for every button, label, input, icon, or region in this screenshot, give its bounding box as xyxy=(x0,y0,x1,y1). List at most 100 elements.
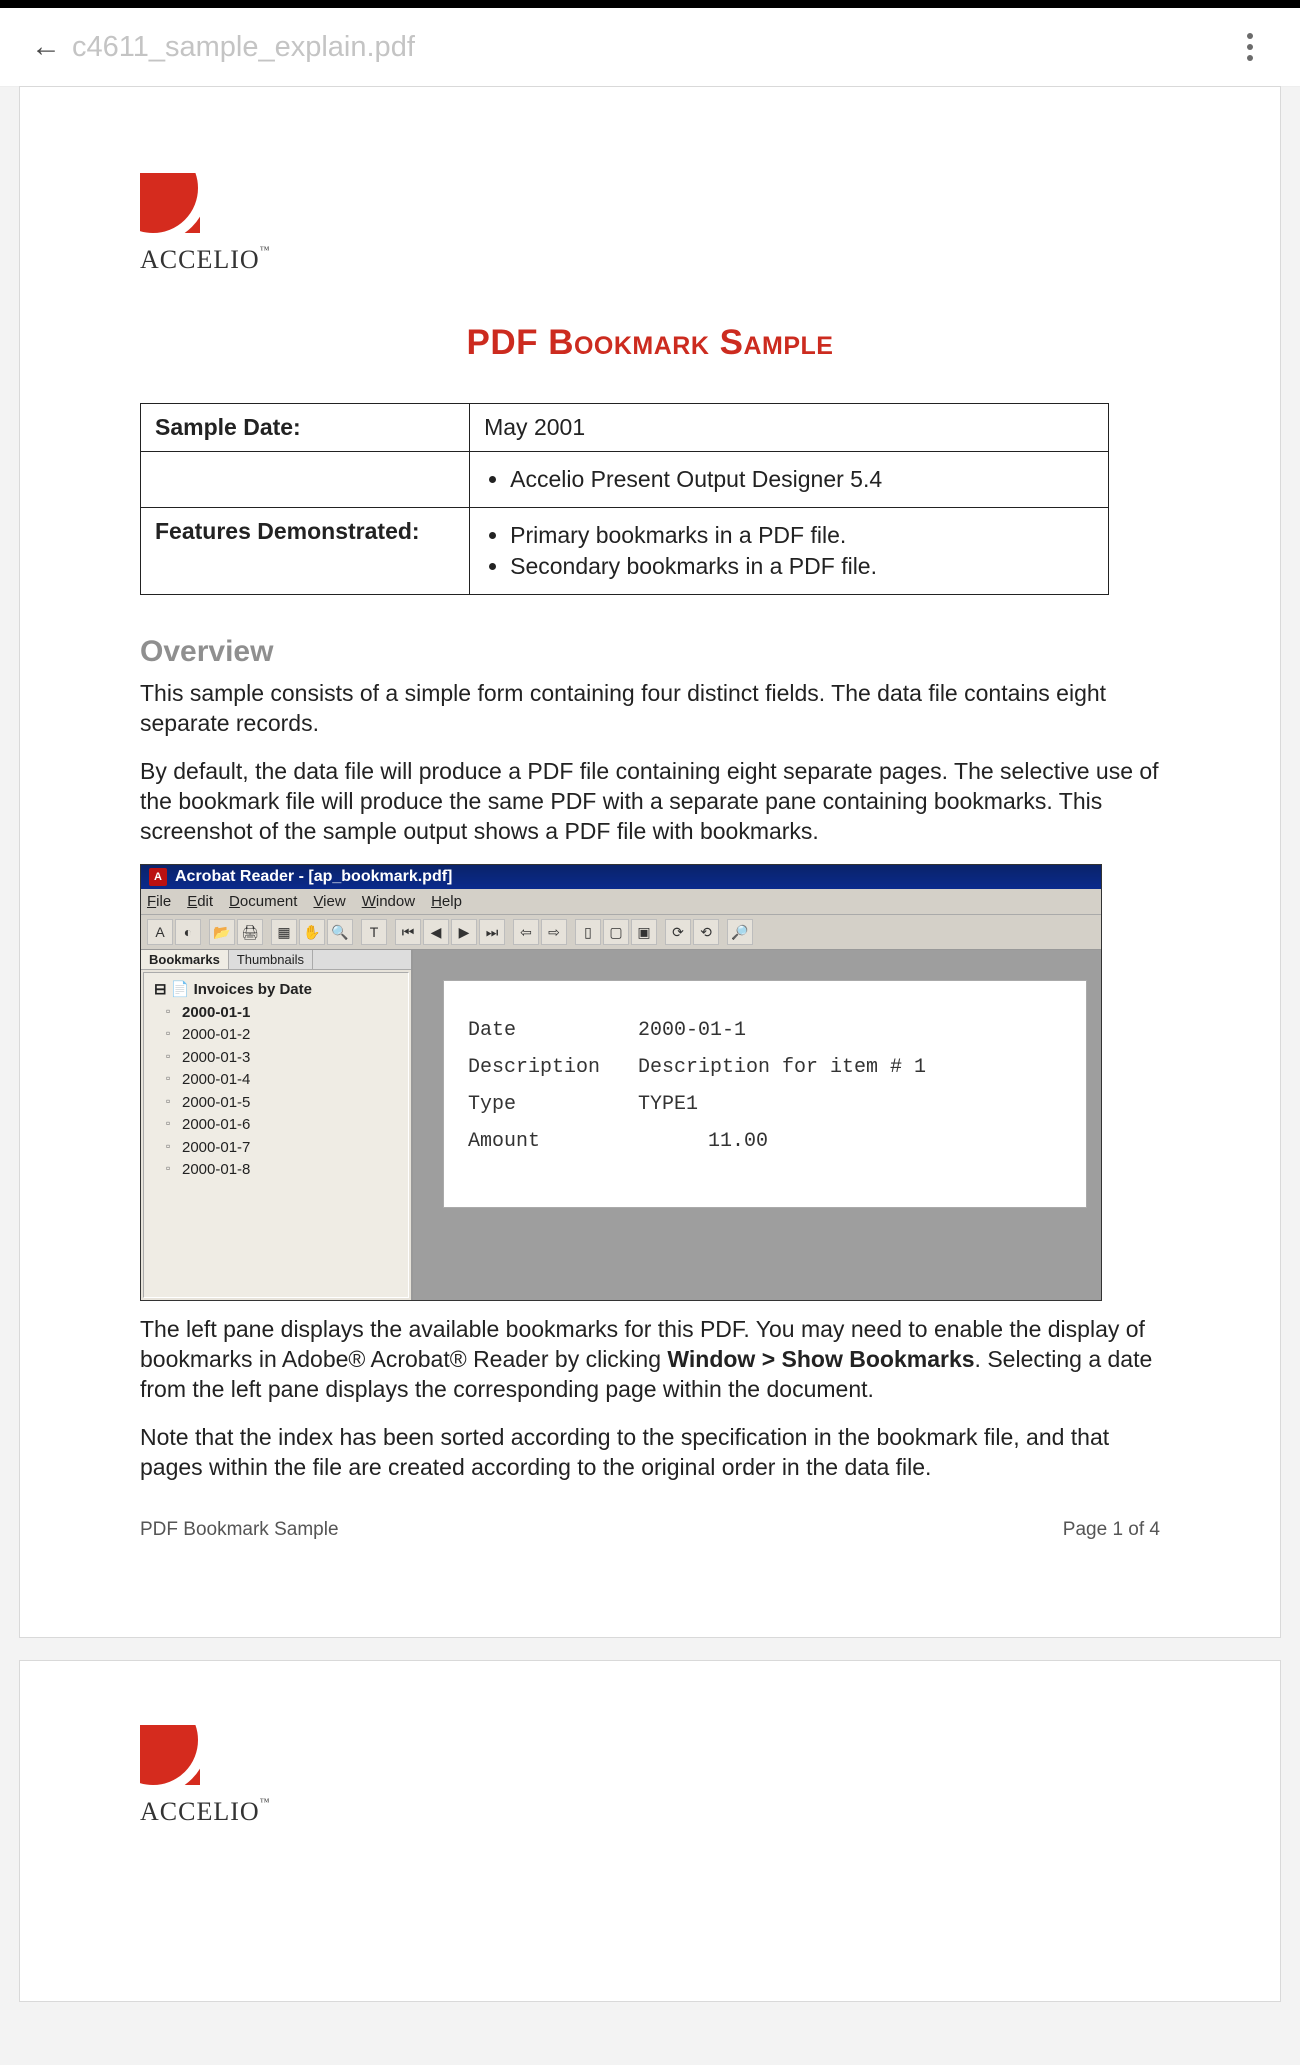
acrobat-titlebar: A Acrobat Reader - [ap_bookmark.pdf] xyxy=(141,865,1101,889)
arrow-left-icon: ← xyxy=(31,32,61,62)
bookmark-tree: ⊟ 📄 Invoices by Date 2000-01-1 2000-01-2… xyxy=(143,972,409,1298)
last-page-icon: ⏭ xyxy=(479,919,505,945)
page-footer: PDF Bookmark Sample Page 1 of 4 xyxy=(140,1519,1160,1541)
bookmarks-pane: Bookmarks Thumbnails ⊟ 📄 Invoices by Dat… xyxy=(141,950,413,1300)
menu-item: Help xyxy=(431,893,462,910)
bookmark-item: 2000-01-6 xyxy=(154,1114,404,1137)
rotate-icon: ⟳ xyxy=(665,919,691,945)
table-row: Sample Date: May 2001 xyxy=(141,404,1109,452)
post-embed-para-1: The left pane displays the available boo… xyxy=(140,1315,1160,1405)
pdf-page-1: ACCELIO™ PDF Bookmark Sample Sample Date… xyxy=(20,87,1280,1637)
bookmark-root: ⊟ 📄 Invoices by Date xyxy=(154,979,404,1002)
features-value-cell: Primary bookmarks in a PDF file. Seconda… xyxy=(470,508,1109,595)
hand-tool-icon: ✋ xyxy=(299,919,325,945)
back-button[interactable]: ← xyxy=(26,27,66,67)
bookmark-root-label: Invoices by Date xyxy=(194,981,312,998)
brand-name-text: ACCELIO xyxy=(140,1797,260,1826)
brand-block: ACCELIO™ xyxy=(140,1725,1160,1827)
menu-item: View xyxy=(313,893,345,910)
sample-date-value: May 2001 xyxy=(470,404,1109,452)
brand-name: ACCELIO™ xyxy=(140,1797,270,1827)
tool-icon: ▦ xyxy=(271,919,297,945)
feature-item: Primary bookmarks in a PDF file. xyxy=(510,522,1094,549)
app-header: ← c4611_sample_explain.pdf xyxy=(0,8,1300,87)
fit-page-icon: ▯ xyxy=(575,919,601,945)
table-row: Features Demonstrated: Primary bookmarks… xyxy=(141,508,1109,595)
menu-item: Window xyxy=(362,893,415,910)
more-options-button[interactable] xyxy=(1230,27,1270,67)
overview-heading: Overview xyxy=(140,635,1160,669)
table-row: Accelio Present Output Designer 5.4 xyxy=(141,452,1109,508)
accelio-logo-icon xyxy=(140,173,200,233)
kebab-dot-icon xyxy=(1247,44,1253,50)
bookmark-item: 2000-01-5 xyxy=(154,1092,404,1115)
acrobat-doc-area: Date2000-01-1 DescriptionDescription for… xyxy=(413,950,1101,1300)
brand-tm: ™ xyxy=(260,245,271,256)
form-box: Date2000-01-1 DescriptionDescription for… xyxy=(443,980,1087,1208)
field-label: Description xyxy=(468,1056,638,1079)
bookmark-item: 2000-01-8 xyxy=(154,1159,404,1182)
field-value: Description for item # 1 xyxy=(638,1056,1062,1079)
field-value: 2000-01-1 xyxy=(638,1019,1062,1042)
menu-item: Edit xyxy=(187,893,213,910)
next-page-icon: ▶ xyxy=(451,919,477,945)
overview-para-1: This sample consists of a simple form co… xyxy=(140,679,1160,739)
fwd-nav-icon: ⇨ xyxy=(541,919,567,945)
embedded-acrobat-screenshot: A Acrobat Reader - [ap_bookmark.pdf] Fil… xyxy=(140,864,1102,1301)
brand-name: ACCELIO™ xyxy=(140,245,270,275)
acrobat-menu-bar: File Edit Document View Window Help xyxy=(141,889,1101,915)
empty-label xyxy=(141,452,470,508)
footer-left: PDF Bookmark Sample xyxy=(140,1519,339,1541)
find-icon: 🔎 xyxy=(727,919,753,945)
footer-right: Page 1 of 4 xyxy=(1063,1519,1160,1541)
software-value: Accelio Present Output Designer 5.4 xyxy=(510,466,1094,493)
field-label: Date xyxy=(468,1019,638,1042)
feature-item: Secondary bookmarks in a PDF file. xyxy=(510,553,1094,580)
p3bold: Window > Show Bookmarks xyxy=(667,1346,974,1372)
menu-item: Document xyxy=(229,893,297,910)
kebab-dot-icon xyxy=(1247,55,1253,61)
page-title: PDF Bookmark Sample xyxy=(140,323,1160,363)
back-nav-icon: ⇦ xyxy=(513,919,539,945)
bookmark-item: 2000-01-3 xyxy=(154,1047,404,1070)
field-value: TYPE1 xyxy=(638,1093,1062,1116)
field-value: 11.00 xyxy=(638,1130,1062,1153)
first-page-icon: ⏮ xyxy=(395,919,421,945)
features-label: Features Demonstrated: xyxy=(141,508,470,595)
document-filename: c4611_sample_explain.pdf xyxy=(72,31,415,64)
brand-name-text: ACCELIO xyxy=(140,245,260,274)
system-top-bar xyxy=(0,0,1300,8)
field-label: Type xyxy=(468,1093,638,1116)
bookmark-item: 2000-01-2 xyxy=(154,1024,404,1047)
zoom-icon: 🔍 xyxy=(327,919,353,945)
print-icon: 🖨 xyxy=(237,919,263,945)
sample-date-label: Sample Date: xyxy=(141,404,470,452)
menu-item: File xyxy=(147,893,171,910)
software-value-cell: Accelio Present Output Designer 5.4 xyxy=(470,452,1109,508)
acrobat-app-icon: A xyxy=(149,868,167,886)
post-embed-para-2: Note that the index has been sorted acco… xyxy=(140,1423,1160,1483)
acrobat-toolbar: A ◐ 📂 🖨 ▦ ✋ 🔍 T ⏮ ◀ ▶ ⏭ ⇦ ⇨ ▯ xyxy=(141,915,1101,950)
pdf-viewer[interactable]: ACCELIO™ PDF Bookmark Sample Sample Date… xyxy=(0,87,1300,2065)
fit-width-icon: ▢ xyxy=(603,919,629,945)
open-icon: 📂 xyxy=(209,919,235,945)
bookmark-item: 2000-01-7 xyxy=(154,1137,404,1160)
kebab-dot-icon xyxy=(1247,33,1253,39)
brand-tm: ™ xyxy=(260,1797,271,1808)
bookmark-item: 2000-01-4 xyxy=(154,1069,404,1092)
brand-block: ACCELIO™ xyxy=(140,173,1160,275)
side-tabs: Bookmarks Thumbnails xyxy=(141,950,411,970)
info-table: Sample Date: May 2001 Accelio Present Ou… xyxy=(140,403,1109,595)
tool-icon: ◐ xyxy=(175,919,201,945)
bookmark-item: 2000-01-1 xyxy=(154,1002,404,1025)
tab-thumbnails: Thumbnails xyxy=(229,950,313,969)
field-label: Amount xyxy=(468,1130,638,1153)
text-select-icon: T xyxy=(361,919,387,945)
rotate-icon: ⟲ xyxy=(693,919,719,945)
overview-para-2: By default, the data file will produce a… xyxy=(140,757,1160,847)
pdf-page-2: ACCELIO™ xyxy=(20,1661,1280,2001)
prev-page-icon: ◀ xyxy=(423,919,449,945)
acrobat-title-text: Acrobat Reader - [ap_bookmark.pdf] xyxy=(175,868,452,886)
tab-bookmarks: Bookmarks xyxy=(141,950,229,969)
tool-icon: A xyxy=(147,919,173,945)
